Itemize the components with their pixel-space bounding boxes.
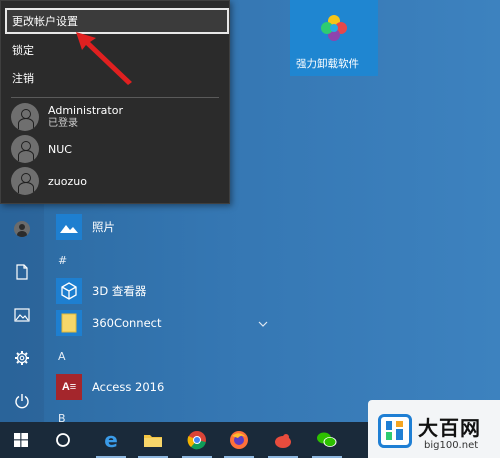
watermark-title: 大百网: [418, 416, 481, 440]
wechat-icon: [317, 432, 337, 447]
section-header-a[interactable]: A: [58, 350, 66, 363]
chrome-button[interactable]: [176, 422, 218, 458]
access-icon: A≡: [56, 374, 82, 400]
rail-pictures-button[interactable]: [0, 298, 44, 332]
firefox-icon: [230, 431, 248, 449]
edge-button[interactable]: e: [90, 422, 132, 458]
red-arrow-annotation: [76, 32, 132, 85]
app-access[interactable]: A≡ Access 2016: [56, 372, 276, 402]
document-icon: [16, 264, 28, 280]
app-photos[interactable]: 照片: [56, 212, 276, 242]
user-name: zuozuo: [48, 174, 87, 188]
chrome-icon: [187, 431, 206, 450]
edge-icon: e: [104, 428, 118, 452]
file-explorer-icon: [144, 435, 162, 447]
cortana-button[interactable]: [42, 422, 84, 458]
menu-label: 注销: [12, 72, 34, 85]
rail-settings-button[interactable]: [0, 341, 44, 375]
user-administrator[interactable]: Administrator 已登录: [11, 102, 221, 132]
user-name: Administrator: [48, 104, 123, 117]
user-zuozuo[interactable]: zuozuo: [11, 166, 221, 196]
user-nuc[interactable]: NUC: [11, 134, 221, 164]
rail-power-button[interactable]: [0, 384, 44, 418]
app-label: 照片: [92, 220, 115, 234]
app-360connect[interactable]: 360Connect: [56, 308, 276, 338]
tile-label: 强力卸载软件: [296, 58, 359, 70]
avatar: [11, 167, 39, 195]
app-3d-viewer[interactable]: 3D 查看器: [56, 276, 276, 306]
start-button[interactable]: [0, 422, 42, 458]
menu-label: 锁定: [12, 44, 34, 57]
watermark-logo-icon: [378, 414, 412, 448]
settings-icon: [15, 351, 29, 365]
watermark: 大百网 big100.net: [368, 400, 500, 458]
menu-label: 更改帐户设置: [12, 15, 78, 28]
cube-icon: [56, 278, 82, 304]
pictures-icon: [14, 308, 30, 322]
power-icon: [15, 394, 29, 409]
app-label: Access 2016: [92, 380, 165, 394]
windows-start-icon: [14, 433, 28, 447]
folder-icon: [56, 310, 82, 336]
watermark-url: big100.net: [424, 440, 479, 451]
rail-user-button[interactable]: [0, 212, 44, 246]
taskbar-app-button[interactable]: [262, 422, 304, 458]
clover-icon: [321, 15, 347, 41]
rail-documents-button[interactable]: [0, 255, 44, 289]
app-label: 3D 查看器: [92, 284, 147, 298]
cortana-icon: [56, 433, 70, 447]
wechat-button[interactable]: [306, 422, 348, 458]
firefox-button[interactable]: [218, 422, 260, 458]
avatar: [11, 135, 39, 163]
app-label: 360Connect: [92, 316, 162, 330]
divider: [11, 97, 219, 98]
user-avatar-icon: [14, 221, 30, 237]
file-explorer-button[interactable]: [132, 422, 174, 458]
section-header-hash[interactable]: #: [58, 254, 67, 267]
chevron-down-icon[interactable]: [258, 319, 268, 329]
user-name: NUC: [48, 142, 72, 156]
left-rail: [0, 204, 44, 422]
user-status: 已登录: [48, 118, 78, 129]
uninstaller-tile[interactable]: 强力卸载软件: [290, 0, 378, 76]
avatar: [11, 103, 39, 131]
photos-icon: [56, 214, 82, 240]
app-icon: [275, 434, 291, 448]
